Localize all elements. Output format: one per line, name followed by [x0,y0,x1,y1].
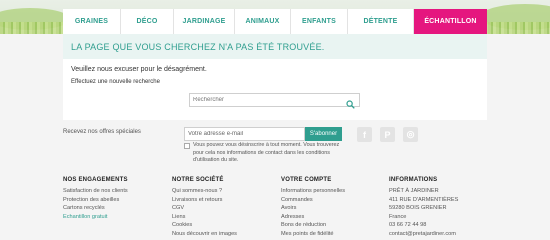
footer-link-echantillon[interactable]: Echantillon gratuit [63,213,128,222]
new-search-label: Effectuez une nouvelle recherche [71,79,160,85]
not-found-panel: LA PAGE QUE VOUS CHERCHEZ N'A PAS ÉTÉ TR… [63,34,487,120]
company-name: PRÊT À JARDINER [389,188,439,194]
footer-col-informations: INFORMATIONS PRÊT À JARDINER 411 RUE D'A… [389,177,458,239]
footer-link[interactable]: Mes points de fidélité [281,230,345,239]
company-email[interactable]: contact@pretajardiner.com [389,230,458,239]
footer-col-engagements: NOS ENGAGEMENTS Satisfaction de nos clie… [63,177,128,221]
subscribe-button[interactable]: S'abonner [305,127,342,141]
footer-link[interactable]: Bons de réduction [281,221,345,230]
error-title: LA PAGE QUE VOUS CHERCHEZ N'A PAS ÉTÉ TR… [63,34,487,59]
search-icon[interactable] [346,96,355,109]
footer-link[interactable]: Livraisons et retours [172,196,237,205]
pinterest-icon[interactable]: P [380,127,395,142]
nav-item-graines[interactable]: GRAINES [63,9,121,34]
footer-link[interactable]: Commandes [281,196,345,205]
facebook-icon[interactable]: f [357,127,372,142]
footer-link[interactable]: Cookies [172,221,237,230]
company-address: 411 RUE D'ARMENTIÈRES [389,196,459,203]
nav-item-jardinage[interactable]: JARDINAGE [174,9,235,34]
company-country: France [389,213,407,220]
company-phone[interactable]: 03 66 72 44 98 [389,221,458,230]
consent-checkbox[interactable] [184,143,190,149]
newsletter-email-input[interactable] [184,127,305,141]
footer-col-title: NOTRE SOCIÉTÉ [172,177,224,183]
apology-text: Veuillez nous excuser pour le désagrémen… [71,66,207,73]
footer-link[interactable]: Protection des abeilles [63,196,128,205]
footer-link[interactable]: Cartons recyclés [63,204,128,213]
newsletter-label: Recevez nos offres spéciales [63,129,141,135]
footer-col-title: INFORMATIONS [389,177,438,183]
footer-col-compte: VOTRE COMPTE Informations personnelles C… [281,177,345,239]
nav-item-detente[interactable]: DÉTENTE [348,9,414,34]
footer-link[interactable]: Satisfaction de nos clients [63,187,128,196]
main-nav: GRAINES DÉCO JARDINAGE ANIMAUX ENFANTS D… [63,9,487,34]
footer-link[interactable]: Avoirs [281,204,345,213]
instagram-icon[interactable]: ◎ [403,127,418,142]
footer-link[interactable]: CGV [172,204,237,213]
search-box [189,93,360,109]
footer-col-title: VOTRE COMPTE [281,177,332,183]
nav-item-deco[interactable]: DÉCO [121,9,174,34]
footer-col-title: NOS ENGAGEMENTS [63,177,128,183]
nav-item-enfants[interactable]: ENFANTS [291,9,348,34]
consent-text: Vous pouvez vous désinscrire à tout mome… [193,142,340,164]
nav-item-animaux[interactable]: ANIMAUX [235,9,291,34]
footer-link[interactable]: Liens [172,213,237,222]
search-input[interactable] [190,94,340,106]
footer-link[interactable]: Adresses [281,213,345,222]
footer-link[interactable]: Nous découvrir en images [172,230,237,239]
footer-link[interactable]: Qui sommes-nous ? [172,187,237,196]
company-city: 59280 BOIS GRENIER [389,205,447,212]
footer-col-societe: NOTRE SOCIÉTÉ Qui sommes-nous ? Livraiso… [172,177,237,239]
nav-item-echantillon[interactable]: ÉCHANTILLON [414,9,487,34]
footer-link[interactable]: Informations personnelles [281,187,345,196]
